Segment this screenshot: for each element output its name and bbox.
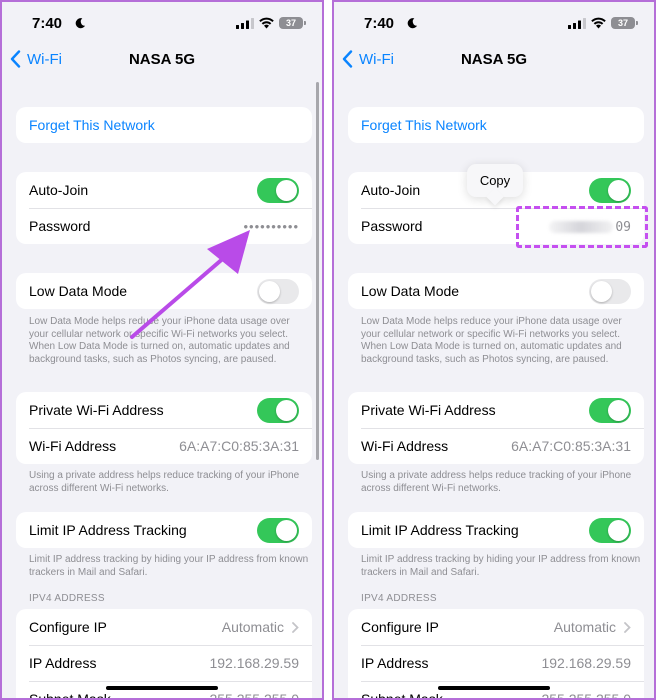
private-address-row: Private Wi-Fi Address	[348, 392, 644, 428]
cellular-signal-icon	[568, 18, 586, 29]
private-address-footnote: Using a private address helps reduce tra…	[29, 470, 300, 494]
network-title: NASA 5G	[460, 51, 528, 68]
private-address-footnote: Using a private address helps reduce tra…	[361, 470, 632, 494]
private-address-group: Private Wi-Fi Address Wi-Fi Address 6A:A…	[16, 392, 312, 464]
low-data-label: Low Data Mode	[361, 283, 460, 299]
auto-join-toggle[interactable]	[257, 177, 299, 203]
limit-ip-row: Limit IP Address Tracking	[16, 512, 312, 548]
low-data-group: Low Data Mode	[348, 273, 644, 309]
nav-bar: Wi-Fi NASA 5G	[2, 46, 322, 76]
status-bar: 7:40 37	[2, 2, 322, 44]
low-data-label: Low Data Mode	[29, 283, 128, 299]
subnet-mask-value: 255.255.255.0	[541, 691, 631, 700]
configure-ip-value: Automatic	[221, 619, 284, 635]
subnet-mask-label: Subnet Mask	[361, 691, 443, 700]
ip-address-label: IP Address	[361, 655, 429, 671]
configure-ip-value: Automatic	[553, 619, 616, 635]
ip-address-row: IP Address 192.168.29.59	[16, 645, 312, 681]
subnet-mask-row: Subnet Mask 255.255.255.0	[16, 681, 312, 700]
forget-group: Forget This Network	[348, 107, 644, 143]
forget-network-button[interactable]: Forget This Network	[348, 107, 644, 143]
limit-ip-footnote: Limit IP address tracking by hiding your…	[361, 554, 641, 578]
moon-icon	[75, 18, 86, 29]
network-title: NASA 5G	[128, 51, 196, 68]
subnet-mask-value: 255.255.255.0	[209, 691, 299, 700]
forget-network-label: Forget This Network	[361, 117, 487, 133]
forget-network-button[interactable]: Forget This Network	[16, 107, 312, 143]
configure-ip-label: Configure IP	[361, 619, 439, 635]
private-address-label: Private Wi-Fi Address	[361, 402, 496, 418]
configure-ip-label: Configure IP	[29, 619, 107, 635]
private-address-label: Private Wi-Fi Address	[29, 402, 164, 418]
subnet-mask-label: Subnet Mask	[29, 691, 111, 700]
forget-group: Forget This Network	[16, 107, 312, 143]
ip-address-value: 192.168.29.59	[209, 655, 299, 671]
ip-address-value: 192.168.29.59	[541, 655, 631, 671]
configure-ip-row[interactable]: Configure IP Automatic	[16, 609, 312, 645]
limit-ip-group: Limit IP Address Tracking	[348, 512, 644, 548]
password-masked-value[interactable]: ••••••••••	[243, 219, 299, 234]
auto-join-toggle[interactable]	[589, 177, 631, 203]
auto-join-label: Auto-Join	[29, 182, 89, 198]
limit-ip-label: Limit IP Address Tracking	[29, 522, 187, 538]
right-screenshot: 7:40 37 Wi-Fi NASA 5G Forget This Networ…	[332, 0, 656, 700]
ipv4-section-header: IPV4 ADDRESS	[29, 593, 105, 604]
configure-ip-row[interactable]: Configure IP Automatic	[348, 609, 644, 645]
password-label: Password	[29, 218, 91, 234]
subnet-mask-row: Subnet Mask 255.255.255.0	[348, 681, 644, 700]
limit-ip-group: Limit IP Address Tracking	[16, 512, 312, 548]
wifi-address-label: Wi-Fi Address	[29, 438, 117, 454]
wifi-icon	[259, 17, 274, 29]
password-row[interactable]: Password ••••••••••	[16, 208, 312, 244]
limit-ip-toggle[interactable]	[257, 517, 299, 543]
limit-ip-footnote: Limit IP address tracking by hiding your…	[29, 554, 309, 578]
left-screenshot: 7:40 37 Wi-Fi NASA 5G Forget This Networ…	[0, 0, 324, 700]
wifi-address-label: Wi-Fi Address	[361, 438, 449, 454]
private-address-toggle[interactable]	[589, 397, 631, 423]
join-password-group: Auto-Join Password ••••••••••	[16, 172, 312, 244]
status-time: 7:40	[32, 15, 63, 32]
wifi-address-value: 6A:A7:C0:85:3A:31	[511, 438, 631, 454]
home-indicator[interactable]	[438, 686, 550, 690]
private-address-group: Private Wi-Fi Address Wi-Fi Address 6A:A…	[348, 392, 644, 464]
copy-button[interactable]: Copy	[467, 164, 523, 197]
moon-icon	[407, 18, 418, 29]
ip-address-row: IP Address 192.168.29.59	[348, 645, 644, 681]
wifi-icon	[591, 17, 606, 29]
scroll-indicator[interactable]	[316, 82, 319, 460]
private-address-toggle[interactable]	[257, 397, 299, 423]
wifi-address-value: 6A:A7:C0:85:3A:31	[179, 438, 299, 454]
low-data-row: Low Data Mode	[16, 273, 312, 309]
battery-icon: 37	[611, 17, 638, 29]
private-address-row: Private Wi-Fi Address	[16, 392, 312, 428]
limit-ip-label: Limit IP Address Tracking	[361, 522, 519, 538]
password-highlight-box	[516, 206, 648, 248]
limit-ip-toggle[interactable]	[589, 517, 631, 543]
low-data-toggle[interactable]	[257, 278, 299, 304]
ipv4-section-header: IPV4 ADDRESS	[361, 593, 437, 604]
limit-ip-row: Limit IP Address Tracking	[348, 512, 644, 548]
cellular-signal-icon	[236, 18, 254, 29]
ip-address-label: IP Address	[29, 655, 97, 671]
low-data-group: Low Data Mode	[16, 273, 312, 309]
battery-icon: 37	[279, 17, 306, 29]
home-indicator[interactable]	[106, 686, 218, 690]
chevron-right-icon	[292, 621, 299, 633]
low-data-row: Low Data Mode	[348, 273, 644, 309]
status-bar: 7:40 37	[334, 2, 654, 44]
auto-join-row: Auto-Join	[16, 172, 312, 208]
status-time: 7:40	[364, 15, 395, 32]
low-data-footnote: Low Data Mode helps reduce your iPhone d…	[361, 316, 622, 365]
nav-bar: Wi-Fi NASA 5G	[334, 46, 654, 76]
wifi-address-row: Wi-Fi Address 6A:A7:C0:85:3A:31	[16, 428, 312, 464]
low-data-footnote: Low Data Mode helps reduce your iPhone d…	[29, 316, 290, 365]
low-data-toggle[interactable]	[589, 278, 631, 304]
chevron-right-icon	[624, 621, 631, 633]
wifi-address-row: Wi-Fi Address 6A:A7:C0:85:3A:31	[348, 428, 644, 464]
forget-network-label: Forget This Network	[29, 117, 155, 133]
